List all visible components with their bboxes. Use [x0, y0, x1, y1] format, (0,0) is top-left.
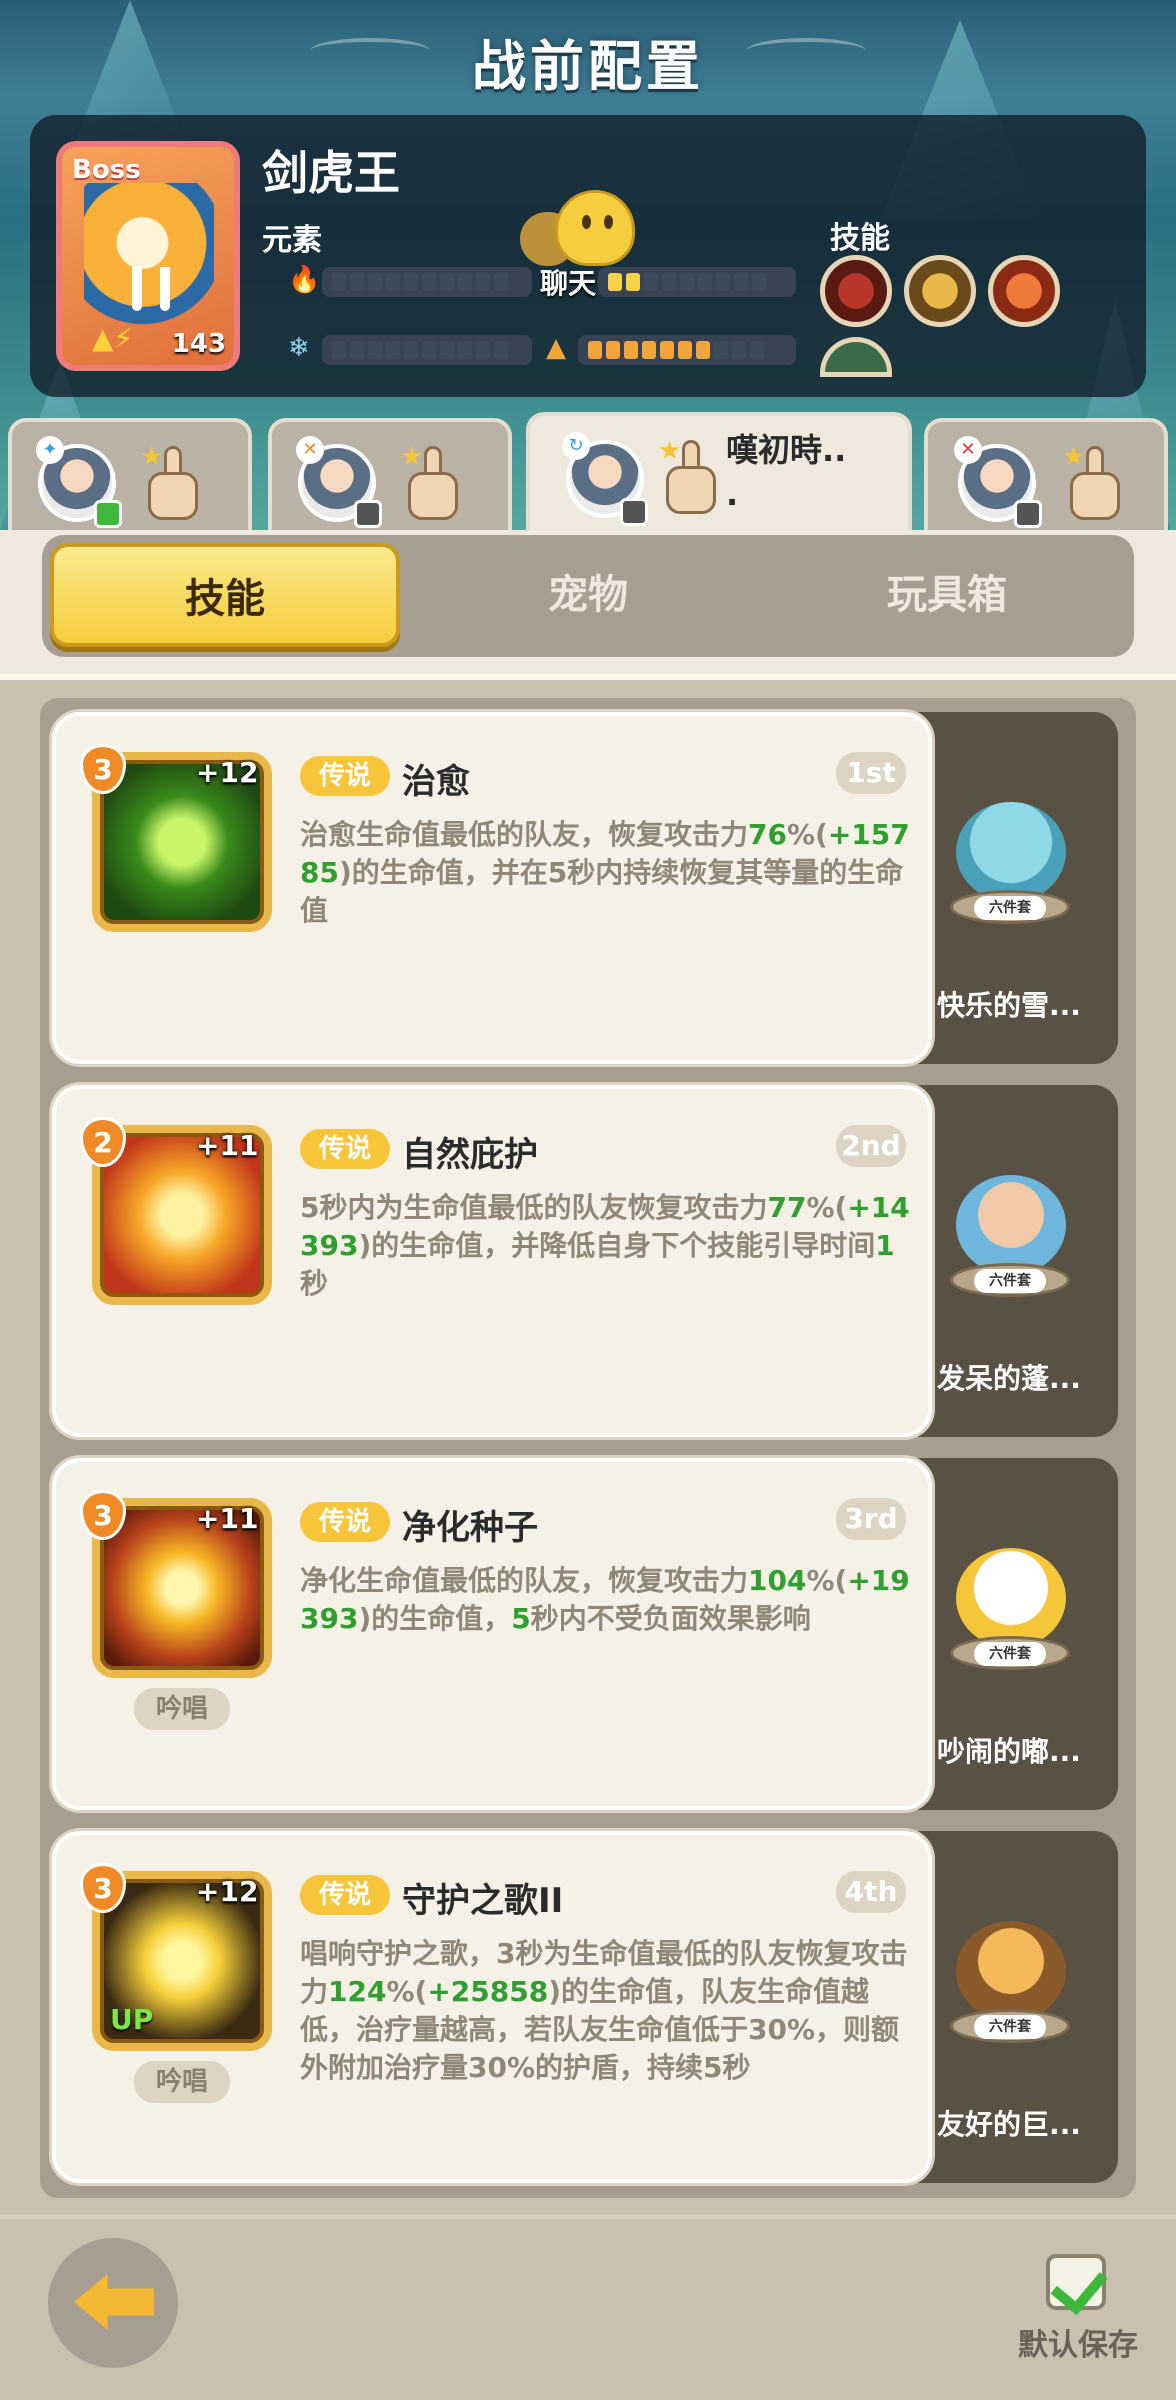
pet-figure: 六件套 — [940, 1538, 1080, 1688]
rarity-badge: 传说 — [300, 1129, 390, 1169]
skill-order-badge: 4th — [836, 1871, 906, 1913]
status-icon — [1014, 500, 1042, 528]
role-icon: ✦ — [36, 436, 64, 464]
team-tab-1[interactable]: ✦ ★ — [8, 418, 252, 540]
status-icon — [354, 500, 382, 528]
tab-skills[interactable]: 技能 — [50, 543, 400, 647]
ice-icon: ❄ — [288, 333, 310, 363]
ice-element-bar — [322, 335, 532, 365]
chat-label[interactable]: 聊天 — [540, 262, 596, 302]
chant-badge: 吟唱 — [134, 2061, 230, 2103]
skill-description: 唱响守护之歌，3秒为生命值最低的队友恢复攻击力124%(+25858)的生命值，… — [300, 1937, 908, 2084]
chant-badge: 吟唱 — [134, 1688, 230, 1730]
skill-description: 净化生命值最低的队友，恢复攻击力104%(+19393)的生命值，5秒内不受负面… — [300, 1564, 910, 1635]
skill-name: 治愈 — [402, 762, 470, 802]
fire-element-bar — [322, 267, 532, 297]
back-arrow-icon — [74, 2274, 154, 2330]
team-tab-2[interactable]: ✕ ★ — [268, 418, 512, 540]
pet-figure: 六件套 — [940, 1911, 1080, 2061]
earth-icon: ▲ — [546, 333, 566, 363]
status-icon — [620, 498, 648, 526]
pet-name: 吵闹的嘟... — [937, 1735, 1081, 1768]
role-icon: ✕ — [954, 436, 982, 464]
team-tab-3[interactable]: ↻ ★ 嘆初時.. . — [526, 412, 912, 542]
skill-name: 守护之歌II — [402, 1881, 564, 1921]
skill-name: 净化种子 — [402, 1508, 538, 1548]
boss-name: 剑虎王 — [262, 146, 400, 200]
battle-header: 战前配置 Boss ▲⚡ 143 剑虎王 元素 技能 🔥 ❄ ▲ 聊天 ✦ ★ … — [0, 0, 1176, 545]
skill-order-badge: 2nd — [836, 1125, 906, 1167]
boss-fang — [132, 267, 142, 311]
skill-name: 自然庇护 — [402, 1135, 538, 1175]
pet-body — [956, 1175, 1066, 1275]
pet-slot-4[interactable]: 六件套 友好的巨... — [900, 1831, 1118, 2183]
tap-hand-icon: ★ — [400, 442, 466, 522]
pet-slot-2[interactable]: 六件套 发呆的蓬... — [900, 1085, 1118, 1437]
tab-toybox[interactable]: 玩具箱 — [772, 543, 1122, 647]
pet-name: 友好的巨... — [937, 2108, 1081, 2141]
skill-plus-badge: +11 — [196, 1129, 259, 1162]
boss-level: 143 — [171, 329, 226, 359]
up-badge: UP — [110, 2003, 154, 2036]
pet-name: 快乐的雪... — [937, 989, 1081, 1022]
boss-face — [84, 183, 214, 333]
skill-description: 5秒内为生命值最低的队友恢复攻击力77%(+14393)的生命值，并降低自身下个… — [300, 1191, 910, 1300]
boss-skill-beast-icon[interactable] — [904, 255, 976, 327]
team-tab-name: 嘆初時.. . — [726, 431, 847, 513]
pet-figure: 六件套 — [940, 1165, 1080, 1315]
fire-icon: 🔥 — [288, 265, 321, 295]
skill-card-4[interactable]: 3 +12 UP 吟唱 传说 守护之歌II 4th 唱响守护之歌，3秒为生命值最… — [52, 1831, 932, 2183]
pet-figure: 六件套 — [940, 792, 1080, 942]
skill-label: 技能 — [830, 221, 890, 256]
boss-portrait[interactable]: Boss ▲⚡ 143 — [56, 141, 240, 371]
rarity-badge: 传说 — [300, 1502, 390, 1542]
pet-slot-1[interactable]: 六件套 快乐的雪... — [900, 712, 1118, 1064]
boss-tag: Boss — [72, 155, 141, 185]
pet-name: 发呆的蓬... — [937, 1362, 1081, 1395]
pet-body — [956, 802, 1066, 902]
back-button[interactable] — [48, 2238, 178, 2368]
tap-hand-icon: ★ — [1062, 442, 1128, 522]
default-save-label[interactable]: 默认保存 — [1018, 2320, 1138, 2364]
pet-set-label: 六件套 — [974, 2015, 1046, 2039]
page-title: 战前配置 — [472, 35, 704, 98]
boss-fang — [160, 267, 170, 311]
segmented-control: 技能 宠物 玩具箱 — [42, 535, 1134, 657]
tab-pets[interactable]: 宠物 — [413, 543, 763, 647]
boss-skill-bite-icon[interactable] — [820, 255, 892, 327]
role-icon: ✕ — [296, 436, 324, 464]
role-icon: ↻ — [562, 432, 590, 460]
lightning-icon: ▲⚡ — [92, 322, 134, 355]
pet-body — [956, 1921, 1066, 2021]
skill-card-2[interactable]: 2 +11 传说 自然庇护 2nd 5秒内为生命值最低的队友恢复攻击力77%(+… — [52, 1085, 932, 1437]
tap-hand-icon: ★ — [140, 442, 206, 522]
pet-set-label: 六件套 — [974, 896, 1046, 920]
pet-body — [956, 1548, 1066, 1648]
pet-set-label: 六件套 — [974, 1642, 1046, 1666]
rarity-badge: 传说 — [300, 1875, 390, 1915]
team-tab-4[interactable]: ✕ ★ — [924, 418, 1168, 540]
pet-slot-3[interactable]: 六件套 吵闹的嘟... — [900, 1458, 1118, 1810]
tap-hand-icon: ★ — [658, 436, 724, 516]
skill-order-badge: 1st — [836, 752, 906, 794]
boss-skill-slash-icon[interactable] — [988, 255, 1060, 327]
status-icon — [94, 500, 122, 528]
boss-skill-extra-icon[interactable] — [820, 337, 892, 377]
light-element-bar — [598, 267, 796, 297]
earth-element-bar — [578, 335, 796, 365]
pet-set-label: 六件套 — [974, 1269, 1046, 1293]
element-label: 元素 — [262, 223, 322, 258]
default-save-checkbox[interactable] — [1046, 2254, 1106, 2310]
rarity-badge: 传说 — [300, 756, 390, 796]
skill-card-1[interactable]: 3 +12 传说 治愈 1st 治愈生命值最低的队友，恢复攻击力76%(+157… — [52, 712, 932, 1064]
skill-description: 治愈生命值最低的队友，恢复攻击力76%(+15785)的生命值，并在5秒内持续恢… — [300, 818, 910, 927]
skill-plus-badge: +12 — [196, 1875, 259, 1908]
chat-bubble-icon[interactable] — [555, 190, 635, 266]
skill-card-3[interactable]: 3 +11 吟唱 传说 净化种子 3rd 净化生命值最低的队友，恢复攻击力104… — [52, 1458, 932, 1810]
skill-plus-badge: +12 — [196, 756, 259, 789]
skill-plus-badge: +11 — [196, 1502, 259, 1535]
skill-order-badge: 3rd — [836, 1498, 906, 1540]
